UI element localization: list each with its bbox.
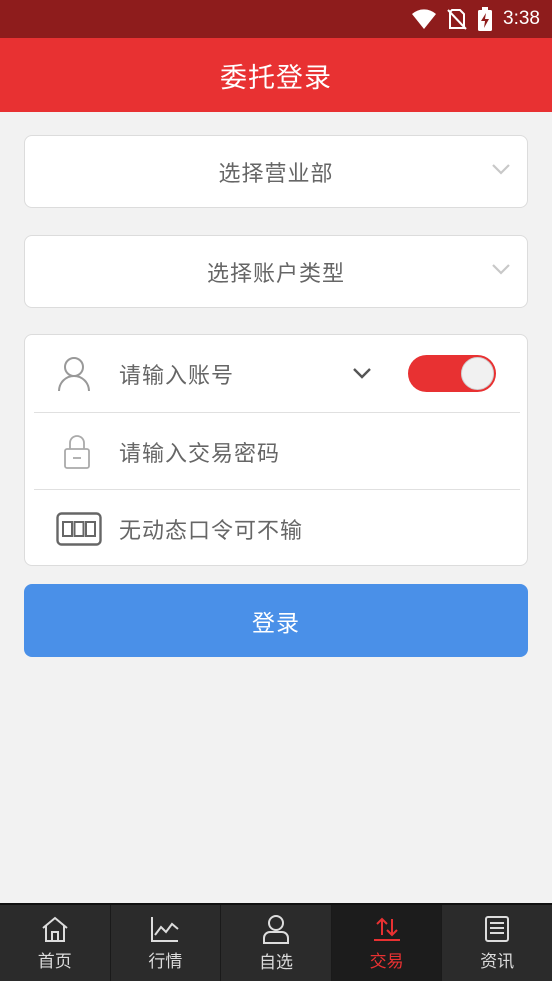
toggle-knob xyxy=(461,357,494,390)
news-icon xyxy=(485,915,510,942)
person-icon xyxy=(262,914,289,944)
login-form: 请输入账号 请输入交易密码 无动态口令可不输 xyxy=(24,334,528,566)
bottom-tab-bar: 首页 行情 自选 交易 资讯 xyxy=(0,903,552,981)
no-sim-icon xyxy=(447,9,467,30)
page-title: 委托登录 xyxy=(220,62,332,94)
tab-trade[interactable]: 交易 xyxy=(331,905,443,981)
remember-account-toggle[interactable] xyxy=(408,355,496,392)
tab-label: 资讯 xyxy=(480,951,515,972)
branch-select-label: 选择营业部 xyxy=(218,161,334,187)
account-dropdown-chevron-icon[interactable] xyxy=(351,366,373,380)
home-icon xyxy=(42,916,68,942)
tab-label: 首页 xyxy=(37,951,72,972)
account-type-select-label: 选择账户类型 xyxy=(206,261,345,287)
user-icon xyxy=(58,356,90,391)
account-type-select[interactable]: 选择账户类型 xyxy=(24,235,528,308)
branch-select[interactable]: 选择营业部 xyxy=(24,135,528,208)
battery-charging-icon xyxy=(478,7,493,31)
lock-icon xyxy=(64,434,90,469)
trade-arrows-icon xyxy=(373,917,400,941)
tab-home[interactable]: 首页 xyxy=(0,905,111,981)
chart-icon xyxy=(151,916,180,942)
page-header: 委托登录 xyxy=(0,38,552,112)
tab-label: 行情 xyxy=(148,951,183,972)
tab-label: 交易 xyxy=(369,951,404,972)
tab-news[interactable]: 资讯 xyxy=(442,905,552,981)
token-keypad-icon xyxy=(56,511,102,546)
password-input[interactable]: 请输入交易密码 xyxy=(119,436,280,468)
chevron-down-icon xyxy=(492,164,510,175)
password-row: 请输入交易密码 xyxy=(25,413,527,490)
tab-watchlist[interactable]: 自选 xyxy=(221,905,332,981)
dynamic-token-row: 无动态口令可不输 xyxy=(25,490,527,567)
status-bar: 3:38 xyxy=(0,0,552,38)
wifi-icon xyxy=(412,9,437,29)
dynamic-token-input[interactable]: 无动态口令可不输 xyxy=(119,513,303,545)
tab-label: 自选 xyxy=(258,952,293,973)
tab-market[interactable]: 行情 xyxy=(111,905,222,981)
login-button-label: 登录 xyxy=(252,610,300,637)
login-button[interactable]: 登录 xyxy=(24,584,528,657)
chevron-down-icon xyxy=(492,264,510,275)
account-input[interactable]: 请输入账号 xyxy=(119,358,234,390)
account-row: 请输入账号 xyxy=(25,335,527,412)
status-time: 3:38 xyxy=(503,8,540,29)
